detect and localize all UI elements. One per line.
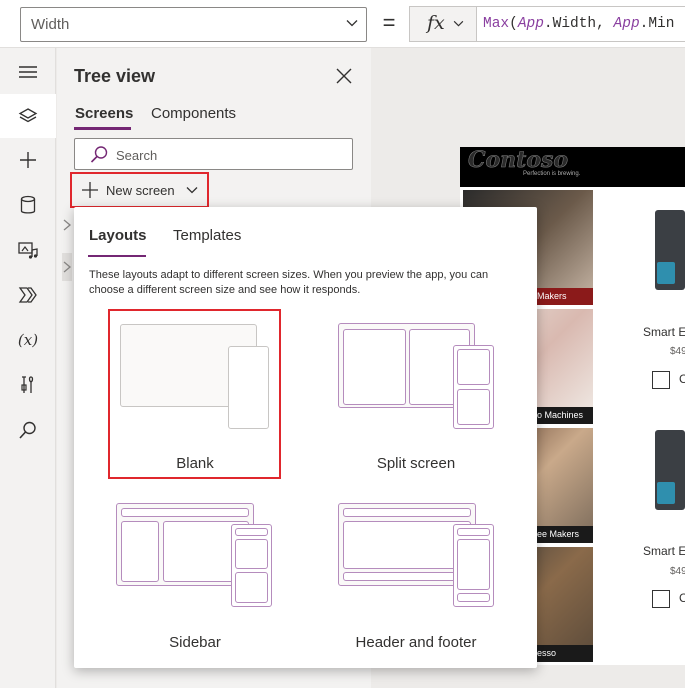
tree-view-title: Tree view bbox=[74, 66, 156, 86]
product-price: $49 bbox=[670, 566, 685, 577]
layout-thumb-pane bbox=[343, 329, 406, 405]
tab-screens[interactable]: Screens bbox=[75, 105, 133, 122]
plus-icon bbox=[82, 182, 98, 198]
app-tagline: Perfection is brewing. bbox=[523, 171, 581, 177]
tree-item-expander[interactable] bbox=[62, 253, 72, 281]
search-input[interactable]: Search bbox=[74, 138, 353, 170]
product-checkbox-label: C bbox=[679, 372, 685, 386]
chevron-down-icon bbox=[453, 20, 464, 27]
layout-thumb-pane bbox=[457, 389, 490, 425]
formula-tok-0: Max bbox=[483, 16, 510, 32]
fx-icon: fx bbox=[427, 12, 445, 34]
tab-components[interactable]: Components bbox=[151, 105, 236, 122]
equals-sign: = bbox=[382, 10, 396, 35]
database-icon[interactable] bbox=[14, 191, 42, 219]
search-icon[interactable] bbox=[14, 416, 42, 444]
layout-thumb-bar bbox=[235, 528, 268, 536]
app-logo: Contoso bbox=[468, 147, 569, 174]
product-checkbox[interactable] bbox=[652, 590, 670, 608]
layout-thumb-pane bbox=[235, 539, 268, 569]
search-icon bbox=[90, 146, 108, 163]
product-name: Smart E bbox=[643, 544, 685, 558]
tree-view-layers-icon[interactable] bbox=[0, 94, 56, 138]
layout-thumb-bar bbox=[457, 528, 490, 536]
layout-label: Split screen bbox=[376, 455, 456, 472]
layout-thumb-bar bbox=[457, 593, 490, 602]
media-icon[interactable] bbox=[14, 236, 42, 264]
tools-icon[interactable] bbox=[14, 371, 42, 399]
formula-input[interactable]: Max(App.Width, App.Min bbox=[477, 6, 685, 42]
chevron-down-icon bbox=[346, 20, 358, 27]
formula-tok-5: .Min bbox=[639, 16, 675, 32]
chevron-right-icon bbox=[63, 261, 72, 273]
layout-label: Sidebar bbox=[169, 634, 221, 651]
tab-layouts[interactable]: Layouts bbox=[89, 227, 147, 244]
left-rail: (x) bbox=[0, 48, 56, 688]
product-price: $49 bbox=[670, 346, 685, 357]
new-screen-button[interactable]: New screen bbox=[70, 172, 209, 208]
property-name: Width bbox=[31, 16, 70, 33]
search-placeholder: Search bbox=[116, 148, 158, 163]
product-image bbox=[655, 210, 685, 290]
product-checkbox[interactable] bbox=[652, 371, 670, 389]
layout-thumb-pane bbox=[457, 539, 490, 590]
layout-label: Blank bbox=[176, 455, 214, 472]
variables-icon[interactable]: (x) bbox=[14, 326, 42, 354]
layout-thumb-narrow bbox=[228, 346, 269, 429]
active-tab-underline bbox=[74, 127, 131, 130]
chevron-down-icon bbox=[186, 187, 198, 194]
layout-thumb-bar bbox=[343, 572, 471, 581]
formula-tok-1: ( bbox=[509, 16, 518, 32]
power-automate-icon[interactable] bbox=[14, 281, 42, 309]
layouts-description: These layouts adapt to different screen … bbox=[89, 269, 489, 296]
layout-label: Header and footer bbox=[355, 634, 477, 651]
new-screen-label: New screen bbox=[106, 183, 175, 198]
tab-templates[interactable]: Templates bbox=[173, 227, 241, 244]
layout-thumb-bar bbox=[343, 508, 471, 517]
formula-tok-2: App bbox=[517, 16, 544, 32]
product-image bbox=[655, 430, 685, 510]
fx-button[interactable]: fx bbox=[409, 6, 477, 42]
formula-tok-4: App bbox=[613, 16, 640, 32]
hamburger-icon[interactable] bbox=[14, 58, 42, 86]
layout-thumb-pane bbox=[121, 521, 159, 582]
chevron-right-icon[interactable] bbox=[62, 218, 72, 232]
active-tab-underline bbox=[88, 255, 146, 257]
product-checkbox-label: C bbox=[679, 591, 685, 605]
close-icon[interactable] bbox=[333, 65, 355, 87]
property-dropdown[interactable]: Width bbox=[20, 7, 367, 42]
layout-thumb-pane bbox=[235, 572, 268, 603]
product-name: Smart E bbox=[643, 325, 685, 339]
layout-thumb-pane bbox=[457, 349, 490, 385]
layout-thumb-bar bbox=[121, 508, 249, 517]
layout-thumb-pane bbox=[343, 521, 471, 569]
formula-tok-3: .Width, bbox=[543, 16, 614, 32]
plus-icon[interactable] bbox=[14, 146, 42, 174]
